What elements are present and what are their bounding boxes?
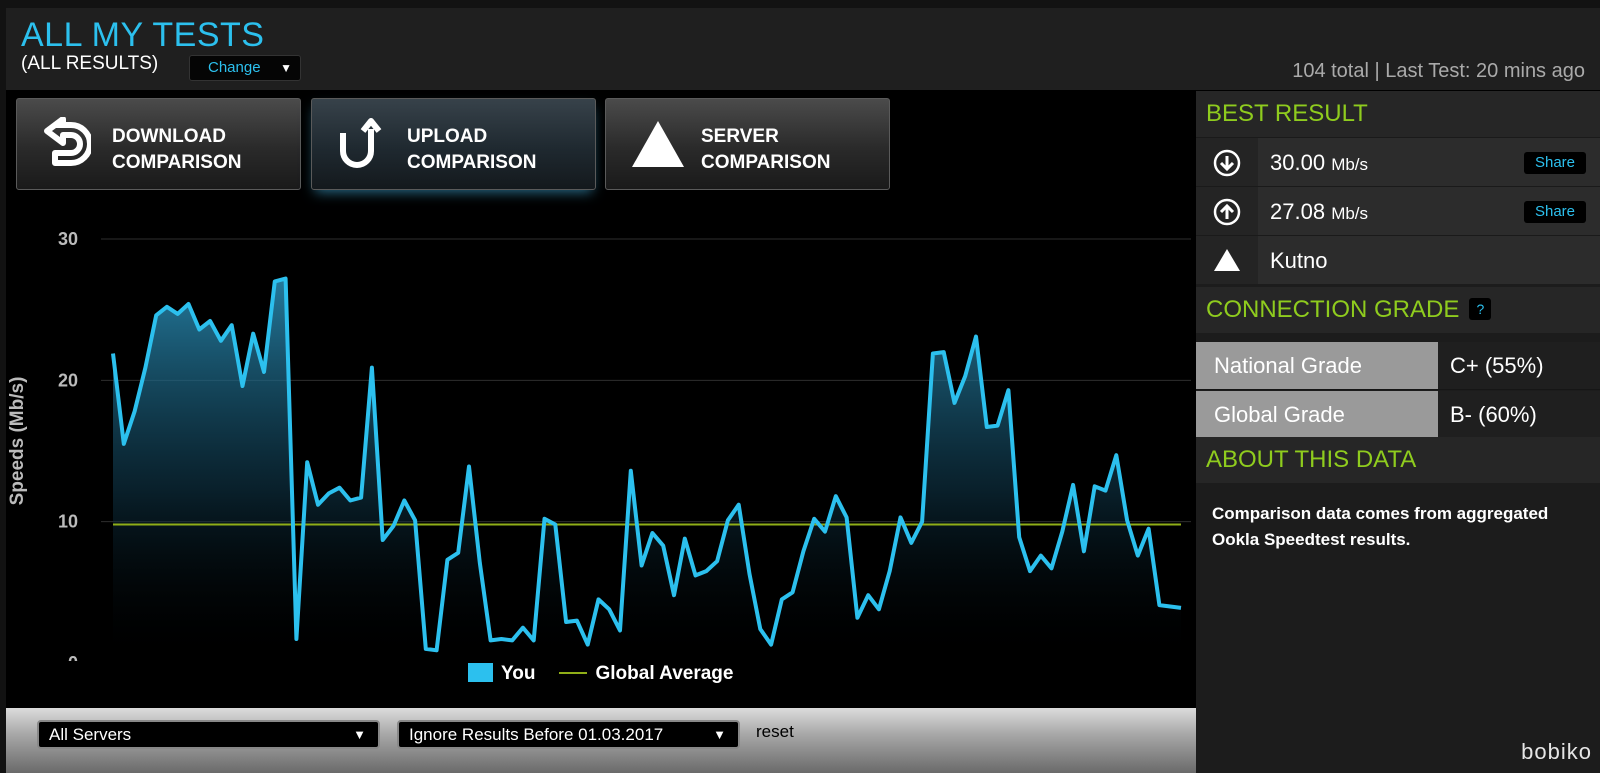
best-server-name: Kutno [1270,248,1328,273]
best-upload-value: 27.08 Mb/s [1270,199,1368,225]
legend-you: You [501,663,536,684]
about-text: Comparison data comes from aggregated Oo… [1212,504,1549,549]
header: ALL MY TESTS (ALL RESULTS) Change ▼ 104 … [6,8,1600,91]
download-comparison-line1: DOWNLOAD [112,126,226,147]
upload-comparison-button[interactable]: UPLOAD COMPARISON [311,98,596,190]
server-select-value: All Servers [49,725,132,744]
best-download-row: 30.00 Mb/s Share [1196,137,1600,186]
upload-comparison-line1: UPLOAD [407,126,488,147]
page-title: ALL MY TESTS [21,16,265,54]
about-heading: ABOUT THIS DATA [1196,437,1600,483]
share-download-button[interactable]: Share [1524,152,1586,174]
chart-legend: You Global Average [468,663,733,687]
caret-down-icon: ▼ [280,61,292,75]
best-download-number: 30.00 [1270,150,1326,175]
global-grade-label: Global Grade [1196,391,1438,438]
date-filter-value: Ignore Results Before 01.03.2017 [409,725,664,744]
download-arrow-icon [1213,149,1241,177]
side-panel: BEST RESULT 30.00 Mb/s Share 27.08 Mb/s … [1196,91,1600,773]
best-server-icon-cell [1196,236,1258,284]
global-grade-value: B- (60%) [1450,402,1537,427]
national-grade-value: C+ (55%) [1450,353,1544,378]
download-icon [44,117,91,166]
change-dropdown-button[interactable]: Change ▼ [189,55,301,81]
caret-down-icon: ▼ [713,727,726,742]
y-tick-label: 30 [58,229,78,249]
you-series-area [113,278,1181,661]
y-axis-label: Speeds (Mb/s) [7,377,28,506]
y-tick-label: 20 [58,370,78,390]
app-window: ALL MY TESTS (ALL RESULTS) Change ▼ 104 … [6,8,1600,773]
server-triangle-icon [1214,249,1240,271]
download-comparison-button[interactable]: DOWNLOAD COMPARISON [16,98,301,190]
filter-bar: All Servers ▼ Ignore Results Before 01.0… [6,708,1196,773]
share-upload-button[interactable]: Share [1524,201,1586,223]
download-comparison-line2: COMPARISON [112,152,242,173]
server-triangle-icon [632,121,684,167]
best-upload-row: 27.08 Mb/s Share [1196,186,1600,235]
global-grade-row: Global Grade B- (60%) [1196,391,1600,439]
connection-grade-title: CONNECTION GRADE [1206,296,1460,323]
reset-link[interactable]: reset [756,722,794,742]
best-download-unit: Mb/s [1331,155,1369,174]
server-comparison-line2: COMPARISON [701,152,831,173]
y-tick-label: 10 [58,512,78,532]
upload-comparison-line2: COMPARISON [407,152,537,173]
brand-watermark: bobiko [1521,739,1592,764]
best-download-icon-cell [1196,138,1258,186]
best-upload-icon-cell [1196,187,1258,235]
server-comparison-button[interactable]: SERVER COMPARISON [605,98,890,190]
help-button[interactable]: ? [1469,298,1492,320]
server-comparison-line1: SERVER [701,126,779,147]
y-axis-ticks: 0 10 20 30 [58,229,78,661]
connection-grade-heading: CONNECTION GRADE? [1196,287,1600,333]
page-subtitle: (ALL RESULTS) [21,53,159,74]
legend-global-average: Global Average [595,663,734,684]
best-upload-number: 27.08 [1270,199,1326,224]
best-upload-unit: Mb/s [1331,204,1369,223]
y-tick-label: 0 [68,653,78,661]
national-grade-row: National Grade C+ (55%) [1196,342,1600,390]
best-result-heading: BEST RESULT [1196,91,1600,137]
chart-panel: DOWNLOAD COMPARISON UPLOAD COMPARISON SERV… [6,91,1196,708]
upload-icon [340,118,382,168]
legend-swatch-you [468,663,493,682]
server-select[interactable]: All Servers ▼ [37,720,380,749]
change-label: Change [208,59,261,76]
upload-arrow-icon [1213,198,1241,226]
best-download-value: 30.00 Mb/s [1270,150,1368,176]
test-stats: 104 total | Last Test: 20 mins ago [1292,60,1585,82]
legend-line-global-average [559,672,588,674]
caret-down-icon: ▼ [353,727,366,742]
national-grade-label: National Grade [1196,342,1438,389]
speed-chart: 0 10 20 30 Speeds (Mb/s) [7,229,1191,661]
date-filter-select[interactable]: Ignore Results Before 01.03.2017 ▼ [397,720,740,749]
best-server-row: Kutno [1196,235,1600,284]
